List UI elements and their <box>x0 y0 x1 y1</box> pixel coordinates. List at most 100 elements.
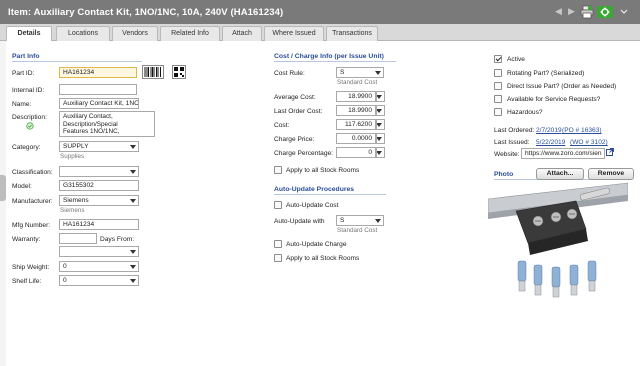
charge-percentage-label: Charge Percentage: <box>274 150 334 157</box>
ship-weight-label: Ship Weight: <box>12 264 50 271</box>
mfg-number-label: Mfg Number: <box>12 222 51 229</box>
attach-photo-button[interactable]: Attach... <box>536 168 584 180</box>
cost-dropdown[interactable] <box>376 119 385 130</box>
manufacturer-description: Siemens <box>60 207 85 214</box>
auto-update-with-description: Standard Cost <box>337 227 378 234</box>
model-field[interactable]: G3155302 <box>59 180 139 191</box>
internal-id-label: Internal ID: <box>12 87 45 94</box>
last-issued-date-link[interactable]: 5/22/2019 <box>536 139 565 146</box>
average-cost-label: Average Cost: <box>274 94 316 101</box>
last-issued-wo-link[interactable]: (WO # 3102) <box>570 139 608 146</box>
spell-check-icon[interactable] <box>26 122 34 130</box>
prev-arrow-icon[interactable]: ◀ <box>555 6 562 17</box>
shelf-life-select[interactable]: 0 <box>59 275 139 286</box>
tab-related-info[interactable]: Related Info <box>160 26 220 41</box>
last-order-cost-dropdown[interactable] <box>376 105 385 116</box>
part-photo <box>488 181 628 303</box>
active-label: Active <box>507 56 525 63</box>
ship-weight-select[interactable]: 0 <box>59 261 139 272</box>
barcode-icon[interactable] <box>142 65 164 79</box>
direct-issue-checkbox[interactable] <box>494 82 502 90</box>
classification-label: Classification: <box>12 169 53 176</box>
tab-vendors[interactable]: Vendors <box>112 26 158 41</box>
charge-price-dropdown[interactable] <box>376 133 385 144</box>
title-bar: Item: Auxiliary Contact Kit, 1NO/1NC, 10… <box>0 0 640 24</box>
last-ordered-po-link[interactable]: (PO # 16363) <box>562 127 602 134</box>
warranty-label: Warranty: <box>12 236 41 243</box>
print-icon[interactable] <box>580 5 594 19</box>
last-order-cost-field[interactable]: 18.9900 <box>336 105 376 116</box>
manufacturer-label: Manufacturer: <box>12 198 53 205</box>
apply-all-stock-rooms-label: Apply to all Stock Rooms <box>286 167 360 174</box>
direct-issue-label: Direct Issue Part? (Order as Needed) <box>507 83 617 90</box>
cost-label: Cost: <box>274 122 290 129</box>
auto-update-charge-label: Auto-Update Charge <box>286 241 347 248</box>
page-title: Item: Auxiliary Contact Kit, 1NO/1NC, 10… <box>8 7 284 18</box>
name-label: Name: <box>12 101 32 108</box>
description-field[interactable]: Auxiliary Contact, Description/Special F… <box>59 111 155 137</box>
cost-field[interactable]: 117.6200 <box>336 119 376 130</box>
last-order-cost-label: Last Order Cost: <box>274 108 323 115</box>
next-arrow-icon[interactable]: ▶ <box>568 6 575 17</box>
last-ordered-date-link[interactable]: 2/7/2019 <box>536 127 562 134</box>
rotating-part-label: Rotating Part? (Serialized) <box>507 70 585 77</box>
tab-attach[interactable]: Attach <box>222 26 262 41</box>
tab-locations[interactable]: Locations <box>56 26 110 41</box>
cost-rule-description: Standard Cost <box>337 79 378 86</box>
part-info-heading: Part Info <box>12 53 142 62</box>
name-field[interactable]: Auxiliary Contact Kit, 1NO/ <box>59 98 139 109</box>
qr-code-icon[interactable] <box>172 65 186 79</box>
cost-rule-select[interactable]: S <box>336 67 384 78</box>
category-select[interactable]: SUPPLY <box>59 141 139 152</box>
classification-select[interactable] <box>59 166 139 177</box>
category-description: Supplies <box>60 153 85 160</box>
average-cost-dropdown[interactable] <box>376 91 385 102</box>
days-from-label: Days From: <box>100 236 135 243</box>
auto-update-apply-all-checkbox[interactable] <box>274 254 282 262</box>
remove-photo-button[interactable]: Remove <box>588 168 634 180</box>
cost-charge-heading: Cost / Charge Info (per Issue Unit) <box>274 53 396 62</box>
charge-price-field[interactable]: 0.0000 <box>336 133 376 144</box>
settings-icon[interactable] <box>597 5 613 19</box>
tab-details[interactable]: Details <box>6 26 52 42</box>
cost-rule-label: Cost Rule: <box>274 70 305 77</box>
rotating-part-checkbox[interactable] <box>494 69 502 77</box>
tab-bar: Details Locations Vendors Related Info A… <box>0 24 640 42</box>
auto-update-charge-checkbox[interactable] <box>274 240 282 248</box>
internal-id-field[interactable] <box>59 84 137 95</box>
website-field[interactable]: https://www.zoro.com/sien <box>521 148 605 159</box>
hazardous-checkbox[interactable] <box>494 108 502 116</box>
apply-all-stock-rooms-checkbox[interactable] <box>274 166 282 174</box>
manufacturer-select[interactable]: Siemens <box>59 195 139 206</box>
part-id-field[interactable]: HA161234 <box>59 67 137 78</box>
auto-update-with-label: Auto-Update with <box>274 218 325 225</box>
tab-where-issued[interactable]: Where Issued <box>264 26 324 41</box>
website-label: Website: <box>494 151 520 158</box>
active-checkbox[interactable] <box>494 55 502 63</box>
auto-update-apply-all-label: Apply to all Stock Rooms <box>286 255 360 262</box>
chevron-down-icon[interactable] <box>619 5 629 19</box>
hazardous-label: Hazardous? <box>507 109 543 116</box>
warranty-field[interactable] <box>59 233 97 244</box>
last-ordered-label: Last Ordered: <box>494 127 535 134</box>
external-link-icon[interactable] <box>606 148 614 156</box>
auto-update-heading: Auto-Update Procedures <box>274 186 386 195</box>
auto-update-cost-label: Auto-Update Cost <box>286 202 339 209</box>
service-requests-label: Available for Service Requests? <box>507 96 601 103</box>
auto-update-with-select[interactable]: S <box>336 215 384 226</box>
mfg-number-field[interactable]: HA161234 <box>59 219 139 230</box>
part-id-label: Part ID: <box>12 70 35 77</box>
average-cost-field[interactable]: 18.9900 <box>336 91 376 102</box>
tab-transactions[interactable]: Transactions <box>326 26 378 41</box>
charge-percentage-dropdown[interactable] <box>376 147 385 158</box>
last-issued-label: Last Issued: <box>494 139 530 146</box>
service-requests-checkbox[interactable] <box>494 95 502 103</box>
model-label: Model: <box>12 183 32 190</box>
shelf-life-label: Shelf Life: <box>12 278 42 285</box>
description-label: Description: <box>12 114 47 121</box>
charge-percentage-field[interactable]: 0 <box>336 147 376 158</box>
charge-price-label: Charge Price: <box>274 136 315 143</box>
category-label: Category: <box>12 144 41 151</box>
days-from-select[interactable] <box>59 246 139 257</box>
auto-update-cost-checkbox[interactable] <box>274 201 282 209</box>
